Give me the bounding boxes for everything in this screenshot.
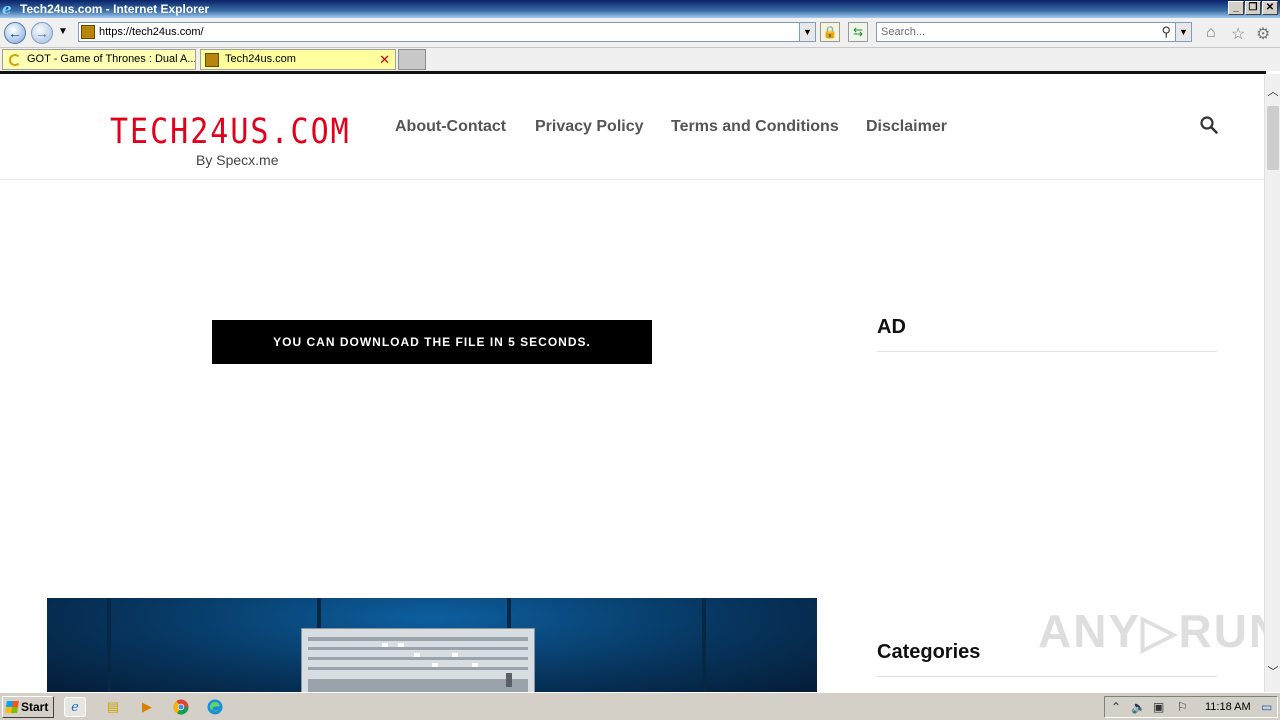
vertical-scrollbar[interactable]: ︿ ﹀ bbox=[1264, 74, 1280, 692]
search-icon[interactable] bbox=[1200, 116, 1218, 134]
stage-pole bbox=[702, 598, 706, 692]
forward-button[interactable]: → bbox=[31, 22, 53, 44]
address-dropdown-button[interactable]: ▼ bbox=[799, 23, 815, 41]
scroll-down-arrow-icon[interactable]: ﹀ bbox=[1265, 664, 1280, 680]
taskbar-media-player-icon[interactable]: ▶ bbox=[136, 697, 158, 717]
back-button[interactable]: ← bbox=[4, 22, 26, 44]
scrollbar-thumb[interactable] bbox=[1267, 106, 1279, 170]
start-button[interactable]: Start bbox=[2, 696, 54, 718]
chevron-down-icon: ▼ bbox=[58, 26, 68, 37]
address-toolbar: ← → ▼ https://tech24us.com/ ▼ 🔒 ⇆ Search… bbox=[0, 18, 1280, 48]
show-hidden-icons-icon[interactable]: ⌃ bbox=[1111, 700, 1121, 714]
favorites-star-icon[interactable]: ☆ bbox=[1231, 24, 1245, 44]
sidebar-divider bbox=[877, 676, 1217, 677]
window-titlebar: e Tech24us.com - Internet Explorer _ ❐ ✕ bbox=[0, 0, 1280, 18]
stage-pole bbox=[107, 598, 111, 692]
mixing-console-image bbox=[301, 628, 535, 692]
sidebar-categories-heading: Categories bbox=[877, 641, 981, 663]
tab-label: GOT - Game of Thrones : Dual A... bbox=[27, 53, 196, 65]
web-page: TECH24US.COM By Specx.me About-Contact P… bbox=[0, 74, 1264, 692]
anyrun-watermark: ANY▷RUN bbox=[1038, 605, 1264, 657]
address-url[interactable]: https://tech24us.com/ bbox=[99, 26, 204, 38]
search-box[interactable]: Search... ⚲ ▼ bbox=[876, 22, 1192, 42]
start-label: Start bbox=[21, 700, 49, 714]
featured-image[interactable] bbox=[47, 598, 817, 692]
refresh-button[interactable]: ⇆ bbox=[848, 22, 868, 42]
sidebar-divider bbox=[877, 351, 1217, 352]
window-title: Tech24us.com - Internet Explorer bbox=[20, 2, 210, 16]
close-window-button[interactable]: ✕ bbox=[1262, 1, 1278, 15]
sidebar-ad-heading: AD bbox=[877, 316, 906, 338]
internet-explorer-icon: e bbox=[2, 0, 12, 18]
site-tagline: By Specx.me bbox=[196, 152, 279, 168]
new-tab-button[interactable] bbox=[398, 49, 426, 70]
scroll-up-arrow-icon[interactable]: ︿ bbox=[1265, 84, 1280, 100]
site-header: TECH24US.COM By Specx.me About-Contact P… bbox=[0, 74, 1264, 180]
taskbar-explorer-folder-icon[interactable]: ▤ bbox=[102, 697, 124, 717]
taskbar-edge-icon[interactable] bbox=[204, 697, 226, 717]
action-center-flag-icon[interactable]: ⚐ bbox=[1177, 700, 1188, 714]
tab-label: Tech24us.com bbox=[225, 53, 296, 65]
recent-pages-dropdown[interactable]: ▼ bbox=[58, 26, 68, 37]
taskbar-clock[interactable]: 11:18 AM bbox=[1205, 701, 1251, 713]
close-tab-icon[interactable]: ✕ bbox=[379, 50, 390, 69]
forward-arrow-icon: → bbox=[35, 25, 49, 41]
refresh-icon: ⇆ bbox=[852, 25, 864, 39]
windows-logo-icon bbox=[5, 701, 19, 713]
tab-tech24us[interactable]: Tech24us.com ✕ bbox=[200, 49, 396, 70]
search-icon[interactable]: ⚲ bbox=[1161, 24, 1171, 40]
tab-strip: GOT - Game of Thrones : Dual A... Tech24… bbox=[0, 48, 1280, 71]
lock-icon: 🔒 bbox=[822, 25, 838, 39]
download-countdown-notice: YOU CAN DOWNLOAD THE FILE IN 5 SECONDS. bbox=[212, 320, 652, 364]
site-favicon-icon bbox=[205, 53, 219, 67]
address-bar[interactable]: https://tech24us.com/ ▼ bbox=[78, 22, 816, 42]
loading-spinner-icon bbox=[9, 54, 21, 66]
search-dropdown-button[interactable]: ▼ bbox=[1175, 23, 1191, 41]
windows-taskbar: Start e ▤ ▶ ⌃ 🔈 ▣ ⚐ 11:18 AM ▭ bbox=[0, 692, 1280, 720]
nav-terms-and-conditions[interactable]: Terms and Conditions bbox=[671, 118, 839, 136]
nav-disclaimer[interactable]: Disclaimer bbox=[866, 118, 947, 136]
show-desktop-icon[interactable]: ▭ bbox=[1261, 700, 1272, 714]
settings-gear-icon[interactable]: ⚙ bbox=[1256, 24, 1270, 44]
nav-privacy-policy[interactable]: Privacy Policy bbox=[535, 118, 644, 136]
back-arrow-icon: ← bbox=[8, 25, 22, 41]
site-favicon-icon bbox=[81, 25, 95, 39]
tab-got[interactable]: GOT - Game of Thrones : Dual A... bbox=[2, 49, 196, 70]
taskbar-chrome-icon[interactable] bbox=[170, 697, 192, 717]
network-icon[interactable]: ▣ bbox=[1153, 700, 1164, 714]
minimize-button[interactable]: _ bbox=[1228, 1, 1244, 15]
home-icon[interactable]: ⌂ bbox=[1206, 24, 1216, 42]
site-logo[interactable]: TECH24US.COM bbox=[110, 112, 351, 152]
search-placeholder: Search... bbox=[881, 26, 926, 38]
volume-icon[interactable]: 🔈 bbox=[1131, 700, 1146, 714]
nav-about-contact[interactable]: About-Contact bbox=[395, 118, 506, 136]
security-lock-button[interactable]: 🔒 bbox=[820, 22, 840, 42]
system-tray: ⌃ 🔈 ▣ ⚐ 11:18 AM ▭ bbox=[1104, 696, 1278, 718]
taskbar-ie-icon[interactable]: e bbox=[64, 697, 86, 717]
restore-button[interactable]: ❐ bbox=[1245, 1, 1261, 15]
